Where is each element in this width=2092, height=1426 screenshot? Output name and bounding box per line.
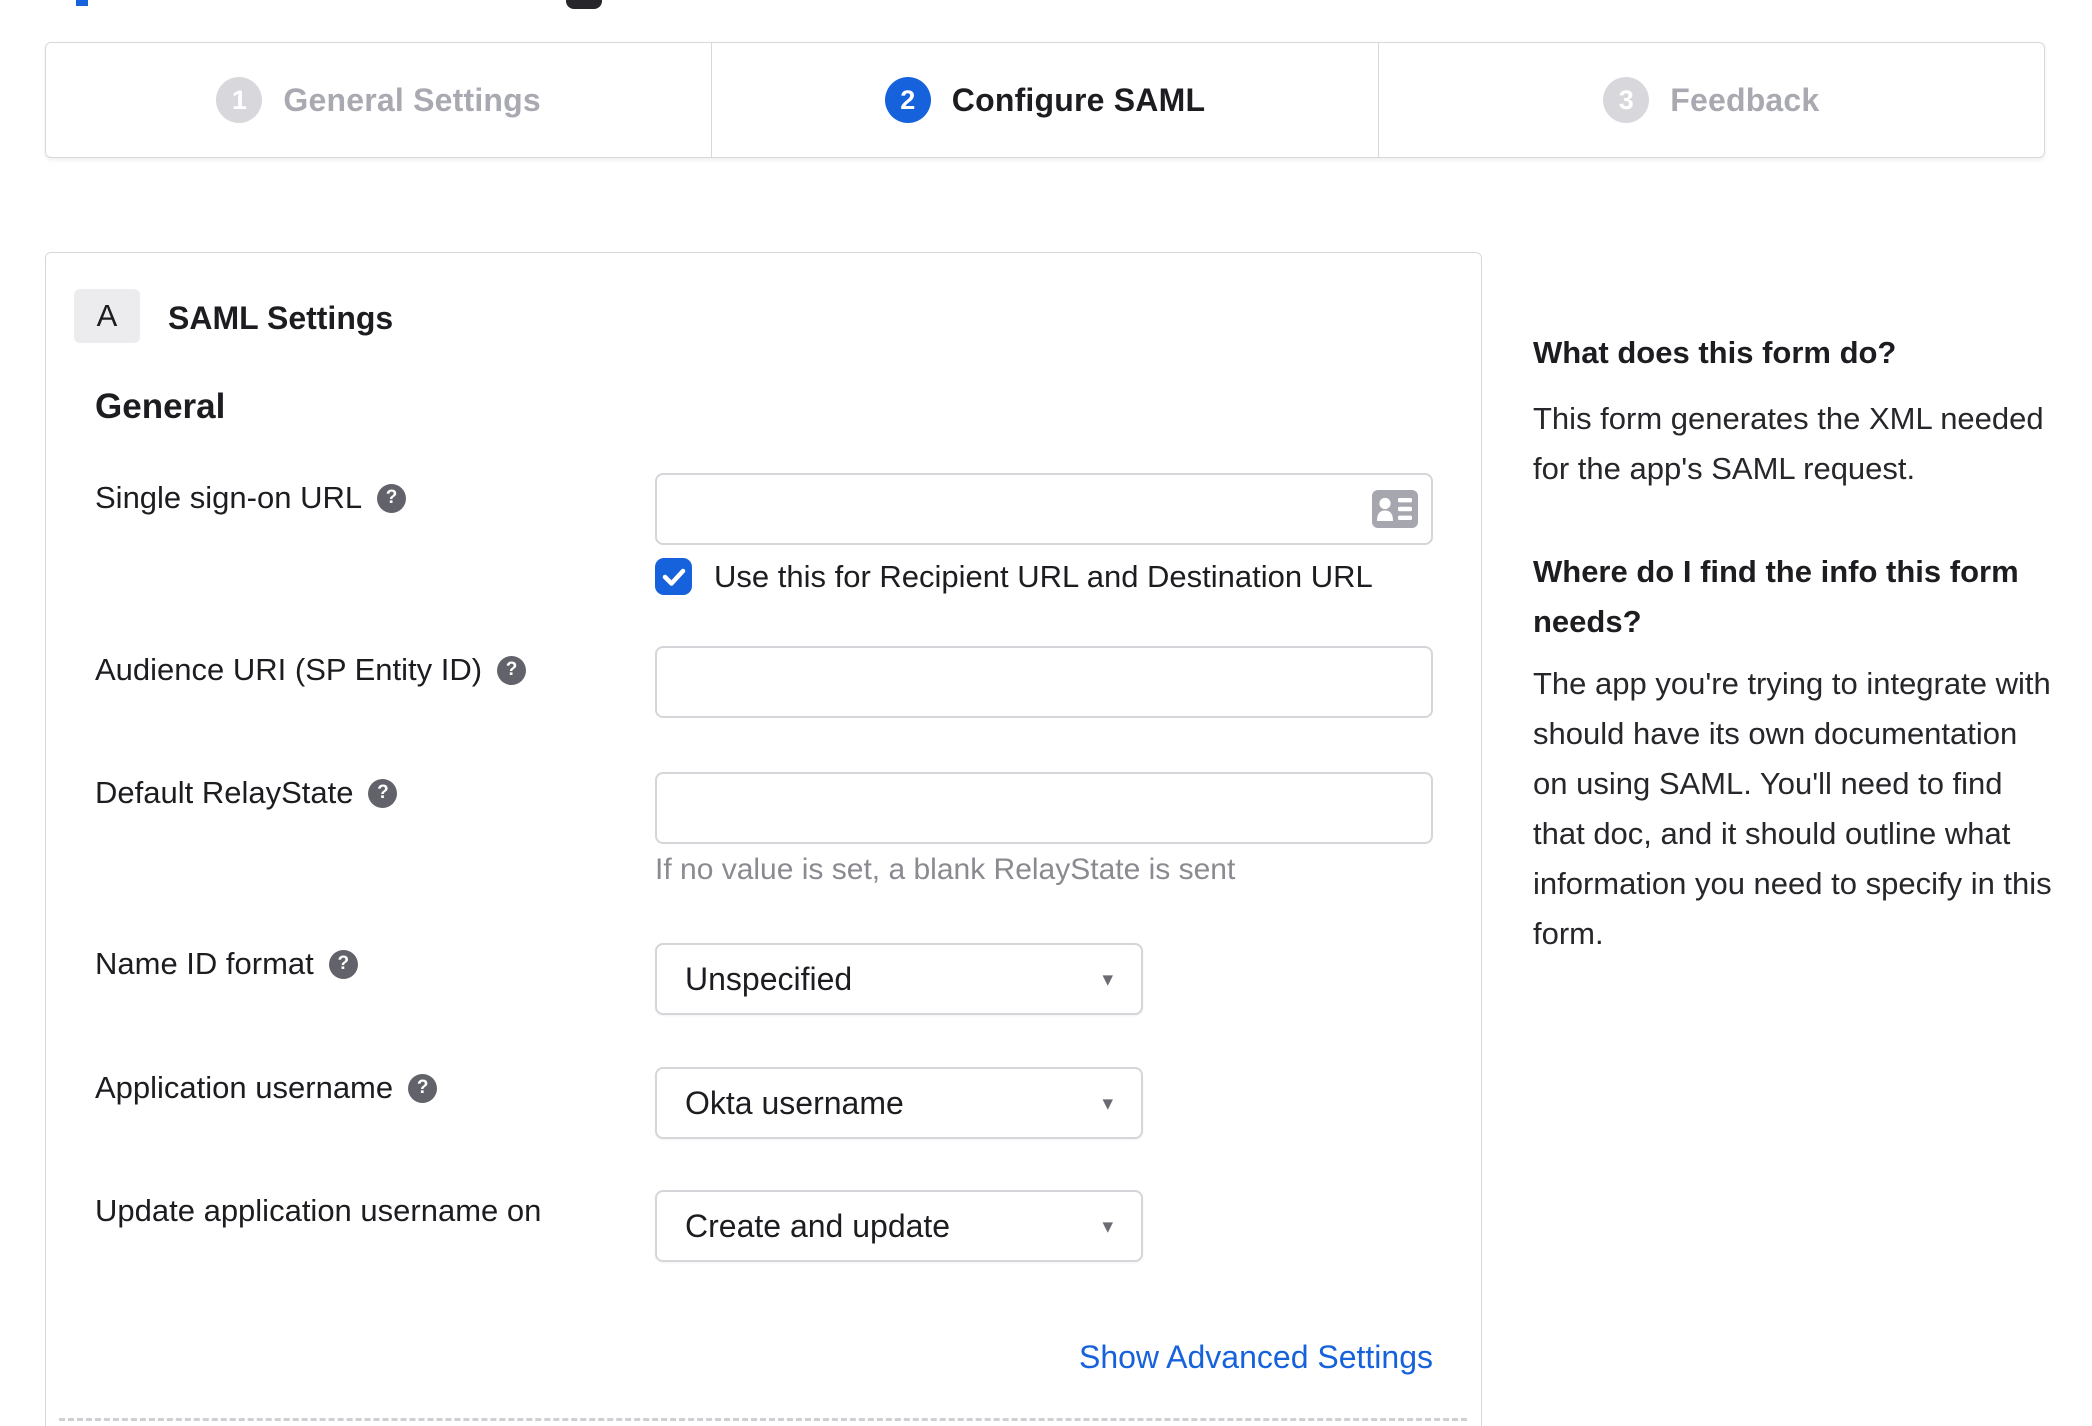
panel-title: SAML Settings [168, 300, 394, 336]
audience-uri-field-wrap [655, 646, 1433, 718]
help-icon[interactable]: ? [497, 655, 527, 685]
step-feedback[interactable]: 3 Feedback [1377, 43, 2044, 157]
caret-down-icon: ▾ [1102, 1091, 1113, 1115]
contact-card-icon[interactable] [1372, 490, 1418, 528]
step-1-circle: 1 [216, 77, 263, 123]
checkmark-icon [662, 568, 685, 586]
audience-uri-label-row: Audience URI (SP Entity ID) ? [95, 652, 527, 688]
sso-url-label: Single sign-on URL [95, 480, 363, 515]
step-3-label: Feedback [1670, 81, 1820, 118]
audience-uri-label: Audience URI (SP Entity ID) [95, 652, 483, 687]
app-username-value: Okta username [685, 1084, 904, 1121]
update-app-username-label-row: Update application username on [95, 1193, 541, 1229]
sidebar-answer-2: The app you're trying to integrate with … [1533, 666, 2052, 951]
saml-settings-panel: A SAML Settings General Single sign-on U… [45, 252, 1482, 1426]
wizard-stepper: 1 General Settings 2 Configure SAML 3 Fe… [45, 42, 2045, 158]
help-icon[interactable]: ? [408, 1073, 438, 1103]
audience-uri-input[interactable] [655, 646, 1433, 718]
name-id-format-value: Unspecified [685, 960, 853, 997]
sso-url-field-wrap [655, 473, 1433, 545]
update-app-username-label: Update application username on [95, 1193, 542, 1228]
relay-state-field-wrap [655, 772, 1433, 844]
step-3-circle: 3 [1603, 77, 1650, 123]
relay-state-label-row: Default RelayState ? [95, 775, 398, 811]
step-1-label: General Settings [283, 81, 541, 118]
update-app-username-select[interactable]: Create and update ▾ [655, 1190, 1143, 1262]
step-2-label: Configure SAML [951, 81, 1206, 118]
cropped-dark-icon [566, 0, 602, 9]
relay-state-input[interactable] [655, 772, 1433, 844]
relay-state-label: Default RelayState [95, 775, 354, 810]
configure-saml-page: { "colors": { "accent": "#1662dd", "inac… [0, 0, 2092, 1426]
name-id-format-label: Name ID format [95, 946, 314, 981]
help-sidebar: What does this form do? This form genera… [1533, 328, 2055, 959]
update-app-username-value: Create and update [685, 1207, 951, 1244]
name-id-format-select[interactable]: Unspecified ▾ [655, 943, 1143, 1015]
step-2-circle: 2 [884, 77, 931, 123]
relay-state-hint: If no value is set, a blank RelayState i… [655, 853, 1236, 886]
help-icon[interactable]: ? [377, 483, 407, 513]
section-a-badge: A [74, 289, 140, 343]
recipient-url-checkbox[interactable] [655, 558, 692, 595]
app-username-label: Application username [95, 1070, 394, 1105]
cropped-blue-element [76, 0, 88, 6]
step-configure-saml[interactable]: 2 Configure SAML [711, 43, 1377, 157]
sso-url-label-row: Single sign-on URL ? [95, 480, 407, 516]
sidebar-answer-1: This form generates the XML needed for t… [1533, 401, 2044, 486]
caret-down-icon: ▾ [1102, 967, 1113, 991]
sidebar-question-2: Where do I find the info this form needs… [1533, 554, 2019, 639]
name-id-format-label-row: Name ID format ? [95, 946, 358, 982]
app-username-label-row: Application username ? [95, 1070, 438, 1106]
show-advanced-settings-link[interactable]: Show Advanced Settings [1079, 1339, 1433, 1376]
recipient-url-checkbox-row: Use this for Recipient URL and Destinati… [655, 558, 1373, 595]
caret-down-icon: ▾ [1102, 1214, 1113, 1238]
sidebar-question-1: What does this form do? [1533, 335, 1897, 370]
dashed-separator [59, 1418, 1467, 1421]
help-icon[interactable]: ? [328, 949, 358, 979]
sso-url-input[interactable] [655, 473, 1433, 545]
help-icon[interactable]: ? [368, 778, 398, 808]
recipient-url-checkbox-label: Use this for Recipient URL and Destinati… [714, 558, 1373, 594]
general-section-title: General [95, 387, 226, 426]
app-username-select[interactable]: Okta username ▾ [655, 1067, 1143, 1139]
step-general-settings[interactable]: 1 General Settings [46, 43, 711, 157]
